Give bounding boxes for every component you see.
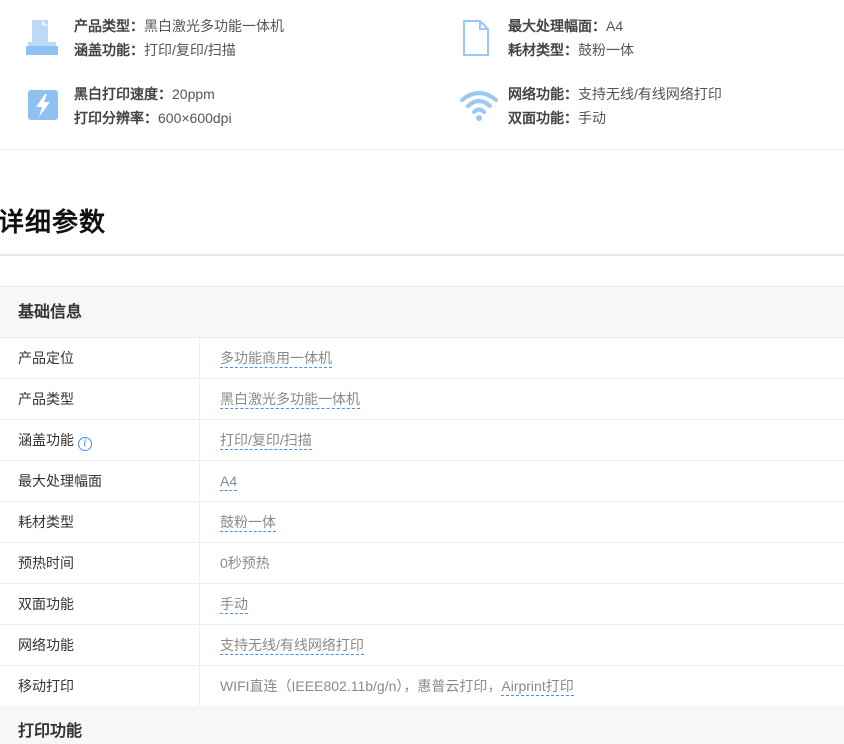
value-link[interactable]: 手动 [220,595,248,614]
spec-key: 产品类型： [74,18,144,34]
value-link[interactable]: 鼓粉一体 [220,513,276,532]
group-header: 基础信息 [0,287,844,338]
group-header: 打印功能 [0,706,844,744]
table-row: 涵盖功能 i 打印/复印/扫描 [0,420,844,461]
table-row: 预热时间 0秒预热 [0,543,844,584]
row-key: 预热时间 [0,543,200,583]
spec-key: 打印分辨率： [74,110,158,126]
section-title: 详细参数 [0,207,107,237]
spec-value: 20ppm [172,86,215,102]
spec-key: 耗材类型： [508,42,578,58]
divider [0,254,844,256]
spec-max-size: 最大处理幅面：A4 耗材类型：鼓粉一体 [460,0,840,58]
row-value-cell: 多功能商用一体机 [200,338,844,378]
spec-summary: 产品类型：黑白激光多功能一体机 涵盖功能：打印/复印/扫描 最大处理幅面：A4 … [0,0,844,150]
table-row: 双面功能 手动 [0,584,844,625]
info-icon[interactable]: i [78,437,92,451]
spec-value: 黑白激光多功能一体机 [144,18,284,34]
value-link[interactable]: Airprint打印 [501,677,574,696]
value-link[interactable]: 黑白激光多功能一体机 [220,390,360,409]
spec-key: 双面功能： [508,110,578,126]
row-key: 移动打印 [0,666,200,706]
row-value-cell: 支持无线/有线网络打印 [200,625,844,665]
row-value-cell: 打印/复印/扫描 [200,420,844,460]
value-link[interactable]: 打印/复印/扫描 [220,431,312,450]
row-key: 最大处理幅面 [0,461,200,501]
table-row: 最大处理幅面 A4 [0,461,844,502]
row-key: 产品定位 [0,338,200,378]
spec-value: A4 [606,18,624,34]
spec-network: 网络功能：支持无线/有线网络打印 双面功能：手动 [460,68,840,126]
printer-icon [26,0,60,55]
row-value-cell: 0秒预热 [200,543,844,583]
spec-value: 鼓粉一体 [578,42,634,58]
spec-key: 最大处理幅面： [508,18,606,34]
row-value-cell: WIFI直连（IEEE802.11b/g/n），惠普云打印，Airprint打印 [200,666,844,706]
row-value-cell: 黑白激光多功能一体机 [200,379,844,419]
table-row: 产品类型 黑白激光多功能一体机 [0,379,844,420]
value-link[interactable]: A4 [220,472,238,491]
row-key: 网络功能 [0,625,200,665]
spec-key: 网络功能： [508,86,578,102]
row-value-cell: 鼓粉一体 [200,502,844,542]
table-row: 网络功能 支持无线/有线网络打印 [0,625,844,666]
lightning-icon [26,68,60,120]
spec-value: 支持无线/有线网络打印 [578,86,722,102]
value-text: WIFI直连（IEEE802.11b/g/n），惠普云打印， [220,678,502,694]
row-key: 涵盖功能 [18,432,74,448]
table-row: 产品定位 多功能商用一体机 [0,338,844,379]
paper-icon [460,0,494,56]
spec-key: 黑白打印速度： [74,86,172,102]
spec-product-type: 产品类型：黑白激光多功能一体机 涵盖功能：打印/复印/扫描 [26,0,406,58]
value-text: 0秒预热 [220,555,270,571]
row-key: 耗材类型 [0,502,200,542]
table-row: 耗材类型 鼓粉一体 [0,502,844,543]
spec-print-speed: 黑白打印速度：20ppm 打印分辨率：600×600dpi [26,68,406,126]
value-link[interactable]: 支持无线/有线网络打印 [220,636,364,655]
row-key: 双面功能 [0,584,200,624]
row-key: 产品类型 [0,379,200,419]
spec-value: 打印/复印/扫描 [144,42,236,58]
wifi-icon [460,68,498,121]
spec-value: 手动 [578,110,606,126]
row-key-cell: 涵盖功能 i [0,420,200,460]
table-row: 移动打印 WIFI直连（IEEE802.11b/g/n），惠普云打印，Airpr… [0,666,844,707]
value-link[interactable]: 多功能商用一体机 [220,349,332,368]
spec-value: 600×600dpi [158,110,232,126]
params-table: 基础信息 产品定位 多功能商用一体机 产品类型 黑白激光多功能一体机 涵盖功能 i… [0,286,844,707]
row-value-cell: 手动 [200,584,844,624]
spec-key: 涵盖功能： [74,42,144,58]
row-value-cell: A4 [200,461,844,501]
